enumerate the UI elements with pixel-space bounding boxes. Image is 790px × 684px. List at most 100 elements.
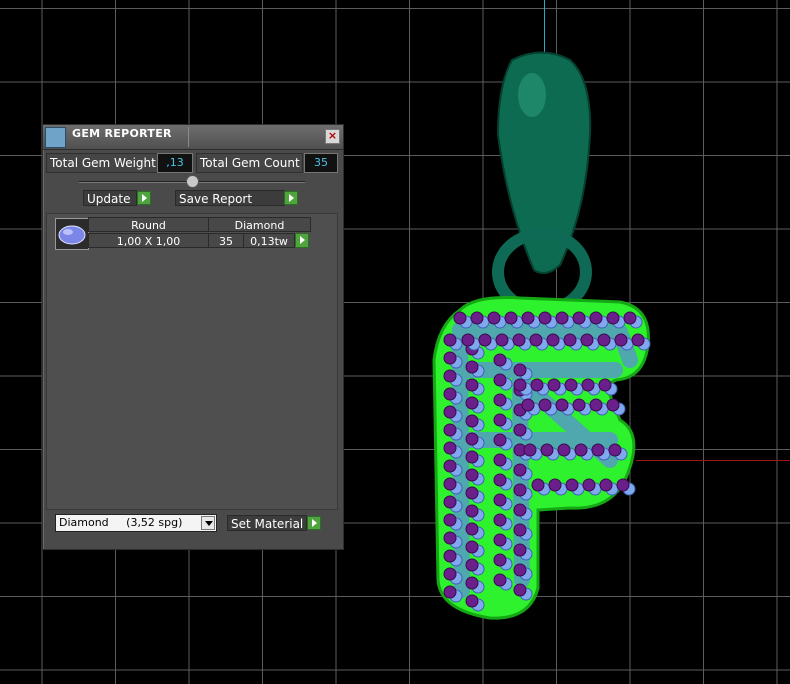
- purple-stone: [513, 363, 527, 377]
- update-button[interactable]: Update: [83, 190, 137, 206]
- purple-stone: [461, 333, 475, 347]
- purple-stone: [572, 398, 586, 412]
- purple-stone: [581, 378, 595, 392]
- purple-stone: [465, 558, 479, 572]
- purple-stone: [523, 443, 537, 457]
- purple-stone: [513, 563, 527, 577]
- purple-stone: [465, 378, 479, 392]
- purple-stone: [495, 333, 509, 347]
- purple-stone: [606, 311, 620, 325]
- purple-stone: [465, 576, 479, 590]
- purple-stone: [529, 333, 543, 347]
- purple-stone: [493, 373, 507, 387]
- purple-stone: [521, 398, 535, 412]
- purple-stone: [513, 378, 527, 392]
- purple-stone: [465, 432, 479, 446]
- purple-stone: [443, 531, 457, 545]
- purple-stone: [521, 311, 535, 325]
- purple-stone: [565, 478, 579, 492]
- purple-stone: [538, 398, 552, 412]
- purple-stone: [597, 333, 611, 347]
- titlebar-divider: [188, 127, 189, 147]
- purple-stone: [513, 543, 527, 557]
- column-header-material: Diamond: [208, 217, 311, 232]
- purple-stone: [443, 369, 457, 383]
- purple-stone: [443, 387, 457, 401]
- purple-stone: [531, 478, 545, 492]
- purple-stone: [504, 311, 518, 325]
- purple-stone: [465, 360, 479, 374]
- purple-stone: [465, 594, 479, 608]
- purple-stone: [564, 378, 578, 392]
- round-gem-icon: [55, 218, 89, 250]
- green-arrow-icon[interactable]: [284, 191, 298, 205]
- purple-stone: [598, 378, 612, 392]
- report-slider-thumb[interactable]: [186, 175, 199, 188]
- material-dropdown[interactable]: Diamond (3,52 spg): [55, 514, 217, 532]
- set-material-button[interactable]: Set Material: [227, 515, 307, 531]
- purple-stone: [582, 478, 596, 492]
- green-arrow-icon[interactable]: [137, 191, 151, 205]
- purple-stone: [443, 333, 457, 347]
- gem-weight-cell: 0,13tw: [243, 233, 295, 248]
- purple-stone: [493, 473, 507, 487]
- panel-title: GEM REPORTER: [72, 127, 172, 140]
- purple-stone: [608, 443, 622, 457]
- purple-stone: [546, 333, 560, 347]
- purple-stone: [513, 523, 527, 537]
- purple-stone: [443, 477, 457, 491]
- purple-stone: [465, 540, 479, 554]
- gem-report-list[interactable]: Round Diamond 1,00 X 1,00 35 0,13tw: [46, 213, 338, 510]
- purple-stone: [513, 463, 527, 477]
- purple-stone: [513, 483, 527, 497]
- purple-stone: [513, 503, 527, 517]
- purple-stone: [443, 585, 457, 599]
- purple-stone: [493, 413, 507, 427]
- purple-stone: [493, 513, 507, 527]
- purple-stone: [453, 311, 467, 325]
- purple-stone: [493, 433, 507, 447]
- panel-titlebar[interactable]: GEM REPORTER ×: [43, 125, 343, 150]
- purple-stone: [493, 573, 507, 587]
- chevron-down-icon[interactable]: [201, 516, 215, 530]
- purple-stone: [470, 311, 484, 325]
- purple-stone: [465, 396, 479, 410]
- green-arrow-icon[interactable]: [307, 516, 321, 530]
- purple-stone: [513, 583, 527, 597]
- save-report-button[interactable]: Save Report: [175, 190, 285, 206]
- purple-stone: [555, 398, 569, 412]
- purple-stone: [614, 333, 628, 347]
- purple-stone: [512, 333, 526, 347]
- total-gem-weight-label: Total Gem Weight: [46, 153, 159, 173]
- purple-stone: [443, 513, 457, 527]
- purple-stone: [540, 443, 554, 457]
- total-gem-count-value: 35: [304, 153, 338, 173]
- purple-stone: [465, 414, 479, 428]
- purple-stone: [493, 533, 507, 547]
- purple-stone: [465, 450, 479, 464]
- purple-stone: [465, 522, 479, 536]
- purple-stone: [623, 311, 637, 325]
- close-icon[interactable]: ×: [325, 129, 340, 144]
- green-arrow-icon[interactable]: [295, 233, 309, 248]
- purple-stone: [443, 351, 457, 365]
- purple-stone: [580, 333, 594, 347]
- purple-stone: [465, 486, 479, 500]
- purple-stone: [530, 378, 544, 392]
- purple-stone: [557, 443, 571, 457]
- total-gem-count-label: Total Gem Count: [196, 153, 303, 173]
- purple-stone: [555, 311, 569, 325]
- purple-stone: [493, 353, 507, 367]
- purple-stone: [548, 478, 562, 492]
- purple-stone: [487, 311, 501, 325]
- purple-stone: [513, 423, 527, 437]
- purple-stone: [616, 478, 630, 492]
- column-header-shape: Round: [88, 217, 209, 232]
- purple-stone: [591, 443, 605, 457]
- pendant-model[interactable]: [420, 40, 660, 630]
- purple-stone: [443, 423, 457, 437]
- purple-stone: [443, 567, 457, 581]
- bail-highlight: [518, 73, 546, 117]
- purple-stone: [493, 553, 507, 567]
- purple-stone: [589, 398, 603, 412]
